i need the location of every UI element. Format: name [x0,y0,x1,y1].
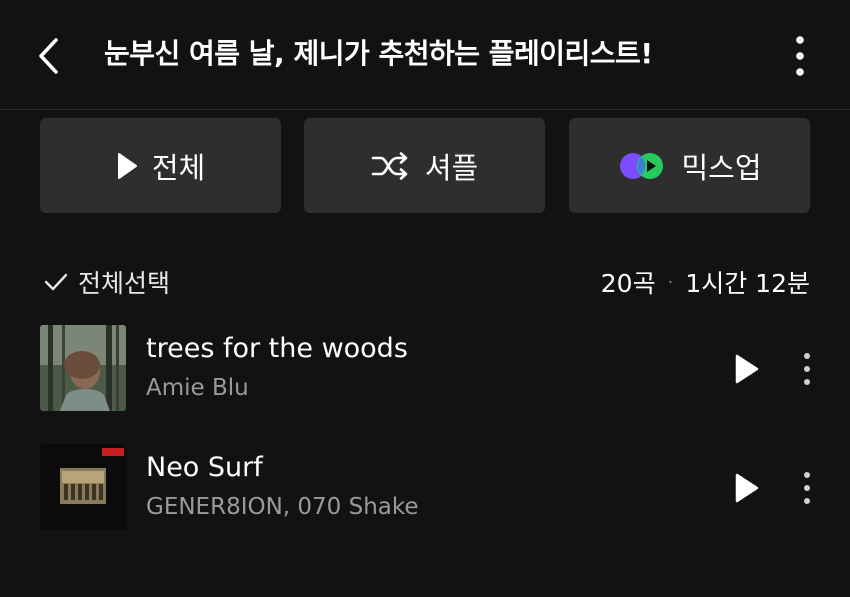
track-row[interactable]: trees for the woods Amie Blu [0,325,850,415]
select-all-toggle[interactable]: 전체선택 [44,262,170,302]
track-artist: GENER8ION, 070 Shake [146,494,419,520]
select-all-label: 전체선택 [78,269,171,298]
more-vertical-icon [804,353,810,385]
more-vertical-icon [804,472,810,504]
shuffle-icon [371,151,408,180]
track-title: trees for the woods [146,333,408,364]
more-vertical-icon [796,36,804,76]
app-header: 눈부신 여름 날, 제니가 추천하는 플레이리스트! [0,0,850,110]
playlist-summary: 20곡 · 1시간 12분 [601,262,810,302]
play-icon [117,152,137,179]
track-artist: Amie Blu [146,375,249,401]
album-art [40,444,126,530]
play-all-button[interactable]: 전체 [40,118,281,213]
track-row[interactable]: Neo Surf GENER8ION, 070 Shake [0,444,850,534]
chevron-left-icon [39,38,58,74]
play-all-label: 전체 [151,150,206,185]
track-count: 20곡 [600,269,656,298]
track-play-button[interactable] [728,349,764,389]
summary-separator: · [667,271,674,293]
more-options-button[interactable] [780,32,820,80]
total-duration: 1시간 12분 [685,269,810,298]
play-icon [735,354,759,384]
mixup-label: 믹스업 [681,150,762,185]
play-icon [735,473,759,503]
track-play-button[interactable] [728,468,764,508]
playlist-title: 눈부신 여름 날, 제니가 추천하는 플레이리스트! [104,37,653,70]
shuffle-button[interactable]: 셔플 [304,118,545,213]
track-more-button[interactable] [794,349,820,389]
mixup-button[interactable]: 믹스업 [569,118,810,213]
mixup-icon [620,152,664,179]
track-more-button[interactable] [794,468,820,508]
track-title: Neo Surf [146,452,263,483]
checkmark-icon [44,273,68,291]
album-art [40,325,126,411]
back-button[interactable] [30,34,70,78]
shuffle-label: 셔플 [424,150,479,185]
